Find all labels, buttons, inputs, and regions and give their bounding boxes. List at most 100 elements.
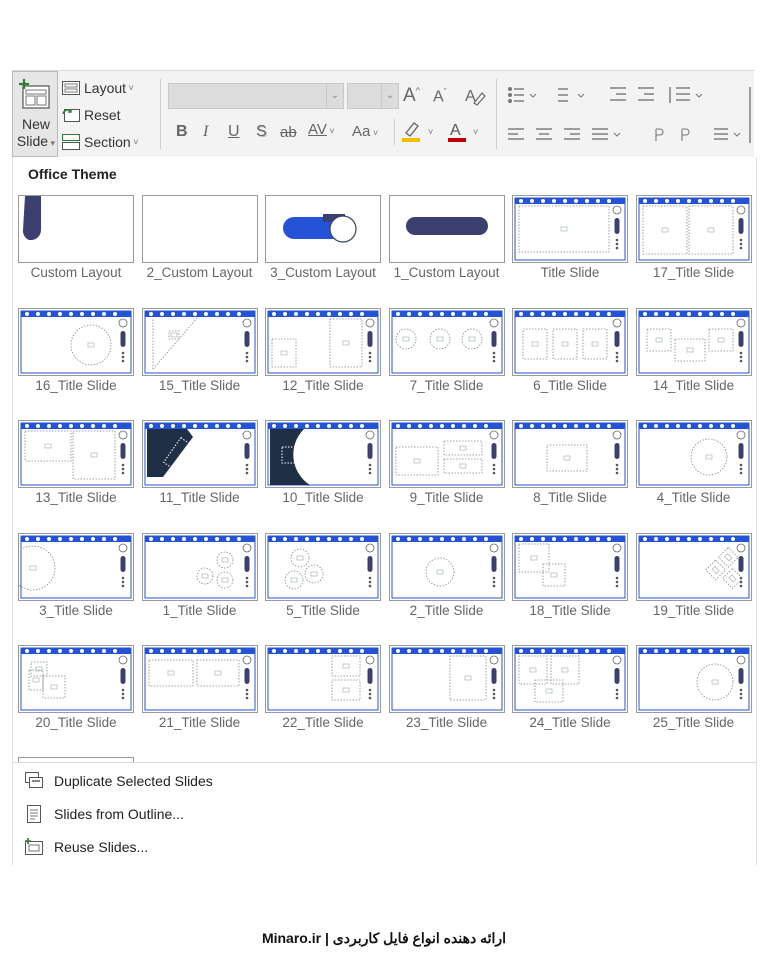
layout-thumbnail[interactable]: [18, 195, 134, 263]
layout-tile[interactable]: 22_Title Slide: [265, 645, 381, 733]
layout-preview-image: [144, 422, 255, 486]
layout-tile[interactable]: 1_Title Slide: [141, 532, 258, 621]
layout-thumbnail[interactable]: [388, 420, 505, 488]
layout-tile[interactable]: 9_Title Slide: [388, 420, 505, 508]
layout-thumbnail[interactable]: [265, 420, 381, 488]
highlighter-icon[interactable]: [400, 119, 422, 143]
layout-thumbnail[interactable]: [265, 195, 381, 263]
layout-thumbnail[interactable]: [512, 645, 628, 713]
font-size-box[interactable]: ⌄: [347, 83, 399, 109]
bold-button[interactable]: B: [176, 123, 188, 141]
layout-tile[interactable]: 24_Title Slide: [512, 645, 628, 733]
layout-thumbnail[interactable]: [141, 645, 258, 713]
layout-thumbnail[interactable]: [141, 420, 258, 488]
layout-thumbnail[interactable]: [512, 195, 628, 263]
layout-tile[interactable]: 11_Title Slide: [141, 420, 258, 508]
layout-thumbnail[interactable]: [388, 645, 505, 713]
new-slide-button[interactable]: New Slide ▾: [12, 71, 58, 157]
layout-thumbnail[interactable]: [388, 307, 505, 376]
chevron-down-icon[interactable]: ⌄: [326, 84, 343, 108]
layout-thumbnail[interactable]: [141, 532, 258, 601]
layout-tile[interactable]: 20_Title Slide: [18, 645, 134, 733]
layout-thumbnail[interactable]: [18, 307, 134, 376]
layout-tile[interactable]: 18_Title Slide: [512, 532, 628, 621]
strikethrough-button[interactable]: ab: [280, 124, 297, 141]
layout-thumbnail[interactable]: [18, 420, 134, 488]
layout-preview-image: [283, 214, 357, 243]
layout-tile[interactable]: 3_Title Slide: [18, 532, 134, 621]
duplicate-selected-slides-item[interactable]: Duplicate Selected Slides: [12, 766, 512, 796]
shrink-font-icon[interactable]: Aˇ: [433, 87, 447, 106]
font-color-icon[interactable]: A: [446, 119, 468, 143]
clear-formatting-icon[interactable]: A: [464, 85, 486, 107]
layout-thumbnail[interactable]: [388, 532, 505, 601]
layout-tile[interactable]: 16_Title Slide: [18, 307, 134, 396]
layout-tile[interactable]: Custom Layout: [18, 195, 134, 283]
layout-tile[interactable]: 15_Title Slide: [141, 307, 258, 396]
layout-tile[interactable]: 3_Custom Layout: [265, 195, 381, 283]
layout-thumbnail[interactable]: [512, 420, 628, 488]
layout-preview-image: [514, 647, 626, 711]
layout-tile[interactable]: Title Slide: [512, 195, 628, 283]
layout-preview-image: [144, 310, 255, 373]
layout-tile[interactable]: 17_Title Slide: [635, 195, 752, 283]
layout-thumbnail[interactable]: [388, 195, 505, 263]
layout-thumbnail[interactable]: [265, 532, 381, 601]
layout-thumbnail[interactable]: [141, 195, 258, 263]
layout-tile[interactable]: 6_Title Slide: [512, 307, 628, 396]
reset-button[interactable]: Reset: [62, 104, 121, 126]
layout-preview-image: [22, 196, 41, 240]
layout-thumbnail[interactable]: [512, 307, 628, 376]
layout-tile[interactable]: 25_Title Slide: [635, 645, 752, 733]
layout-thumbnail[interactable]: [18, 645, 134, 713]
chevron-down-icon[interactable]: ⌄: [381, 84, 398, 108]
change-case-button[interactable]: Aa ˅: [352, 123, 378, 140]
grow-font-icon[interactable]: A^: [403, 85, 420, 107]
layout-preview-image: [514, 197, 626, 261]
layout-thumbnail[interactable]: [265, 645, 381, 713]
chevron-down-icon[interactable]: ˅: [428, 127, 433, 137]
layout-tile[interactable]: 1_Custom Layout: [388, 195, 505, 283]
layout-thumbnail[interactable]: [18, 532, 134, 601]
layout-tile[interactable]: 19_Title Slide: [635, 532, 752, 621]
ribbon-divider: [496, 79, 497, 149]
layout-preview-image: [391, 422, 502, 486]
layout-preview-image: [638, 197, 749, 261]
layout-tile[interactable]: 12_Title Slide: [265, 307, 381, 396]
layout-label: 2_Custom Layout: [146, 265, 253, 280]
paragraph-tools[interactable]: [506, 85, 756, 145]
layout-button[interactable]: Layout ˅: [62, 77, 134, 99]
layout-tile[interactable]: 2_Title Slide: [388, 532, 505, 621]
slides-from-outline-item[interactable]: Slides from Outline...: [12, 799, 512, 829]
layout-tile[interactable]: 14_Title Slide: [635, 307, 752, 396]
underline-button[interactable]: U: [228, 123, 240, 141]
layout-tile[interactable]: 5_Title Slide: [265, 532, 381, 621]
layout-tile[interactable]: 13_Title Slide: [18, 420, 134, 508]
layout-preview-image: [267, 422, 379, 486]
layout-tile[interactable]: 7_Title Slide: [388, 307, 505, 396]
italic-button[interactable]: I: [203, 123, 208, 141]
reuse-slides-item[interactable]: Reuse Slides...: [12, 832, 512, 862]
section-button[interactable]: Section ˅: [62, 131, 138, 153]
layout-tile[interactable]: 8_Title Slide: [512, 420, 628, 508]
font-name-box[interactable]: ⌄: [168, 83, 344, 109]
layout-thumbnail[interactable]: [635, 645, 752, 713]
chevron-down-icon[interactable]: ˅: [473, 127, 478, 137]
character-spacing-button[interactable]: AV ˅: [308, 121, 335, 138]
shadow-button[interactable]: S: [256, 123, 267, 141]
layout-thumbnail[interactable]: [635, 307, 752, 376]
layout-tile[interactable]: 4_Title Slide: [635, 420, 752, 508]
layout-label: 7_Title Slide: [409, 377, 484, 393]
layout-tile[interactable]: 2_Custom Layout: [141, 195, 258, 283]
layout-thumbnail[interactable]: [635, 195, 752, 263]
layout-thumbnail[interactable]: [635, 420, 752, 488]
layout-thumbnail[interactable]: [265, 307, 381, 376]
layout-tile[interactable]: 10_Title Slide: [265, 420, 381, 508]
layout-thumbnail[interactable]: [635, 532, 752, 601]
layout-preview-image: [19, 535, 132, 598]
layout-tile[interactable]: 21_Title Slide: [141, 645, 258, 733]
layout-thumbnail[interactable]: [512, 532, 628, 601]
layout-tile[interactable]: 23_Title Slide: [388, 645, 505, 733]
layout-thumbnail[interactable]: [141, 307, 258, 376]
layout-label: 3_Custom Layout: [270, 265, 376, 280]
